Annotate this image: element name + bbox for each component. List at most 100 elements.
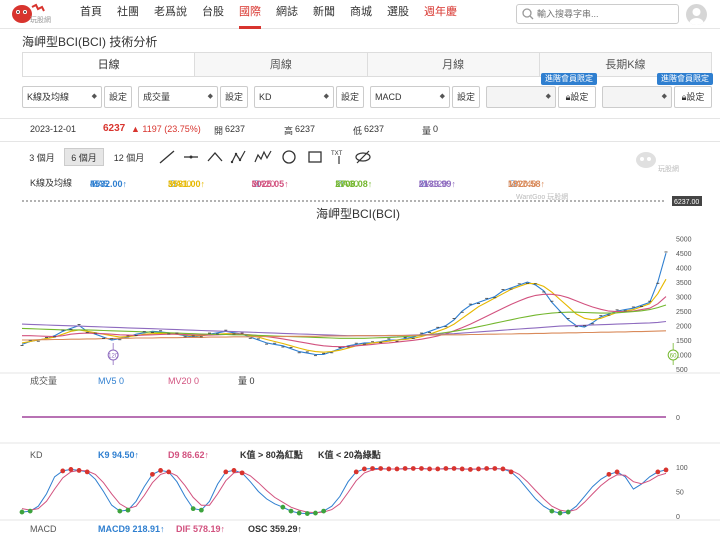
d9-label: D9 86.62↑ bbox=[168, 450, 209, 460]
y-tick-label: 4500 bbox=[676, 251, 692, 258]
kd-red-dot bbox=[239, 470, 245, 476]
nav-item-7[interactable]: 商城 bbox=[350, 0, 372, 29]
tab-1[interactable]: 周線 bbox=[195, 53, 368, 76]
kd-red-dot bbox=[508, 469, 514, 475]
kd-red-dot bbox=[60, 468, 66, 474]
top-bar: 玩股網 首頁 社團 老爲說 台股 國際 網誌 新聞 商城 選股 週年慶 bbox=[0, 0, 720, 29]
series-line-ma10 bbox=[21, 278, 667, 353]
ma-legend-value: 4532.00↑ bbox=[90, 179, 128, 189]
circle-tool-icon[interactable] bbox=[280, 148, 298, 166]
kd-red-dot bbox=[467, 467, 473, 472]
nav-item-2[interactable]: 老爲說 bbox=[154, 0, 187, 29]
kd-red-dot bbox=[484, 466, 490, 471]
kd-green-dot bbox=[190, 506, 196, 512]
premium-badge: 進階會員限定 bbox=[657, 73, 713, 85]
volume-indicator-select[interactable]: 成交量 ◆ bbox=[138, 86, 218, 108]
horizontal-line-tool-icon[interactable] bbox=[182, 148, 200, 166]
kd-red-dot bbox=[68, 467, 74, 472]
kd-setting-button[interactable]: 設定 bbox=[336, 86, 364, 108]
kd-red-dot bbox=[606, 471, 612, 477]
kd-red-dot bbox=[443, 466, 449, 471]
tab-0[interactable]: 日線 bbox=[23, 53, 196, 76]
chart-area[interactable]: WantGoo 玩股網海岬型BCI(BCI) 6237.00 5000 4500 400… bbox=[0, 193, 720, 536]
chart-title: 海岬型BCI(BCI) bbox=[316, 206, 400, 221]
nav-item-1[interactable]: 社團 bbox=[117, 0, 139, 29]
kd-note-1: K值 > 80為紅點 bbox=[240, 449, 303, 460]
nav-item-5[interactable]: 網誌 bbox=[276, 0, 298, 29]
text-tool-icon[interactable]: TXT bbox=[330, 148, 348, 166]
kd-red-dot bbox=[378, 466, 384, 471]
premium-setting-button-2[interactable]: 🔒︎設定 bbox=[674, 86, 712, 108]
y-tick-label: 3500 bbox=[676, 280, 692, 287]
nav-item-9[interactable]: 週年慶 bbox=[424, 0, 457, 29]
select-arrow-icon: ◆ bbox=[661, 93, 667, 100]
ma-legend-value: 1820.58↑ bbox=[508, 179, 546, 189]
quote-price: 6237 bbox=[103, 123, 126, 134]
search-box[interactable] bbox=[516, 4, 679, 24]
chart-toolbar: 3 個月 6 個月 12 個月 TXT 玩股網 bbox=[0, 145, 720, 173]
quote-change: ▲ 1197 (23.75%) bbox=[131, 124, 201, 134]
main-setting-button[interactable]: 設定 bbox=[104, 86, 132, 108]
hide-drawings-icon[interactable] bbox=[354, 148, 372, 166]
macd-setting-button[interactable]: 設定 bbox=[452, 86, 480, 108]
setting-label: 設定 bbox=[686, 92, 705, 102]
kd-red-dot bbox=[614, 469, 620, 475]
kd-indicator-select[interactable]: KD ◆ bbox=[254, 86, 334, 108]
page-title: 海岬型BCI(BCI) 技術分析 bbox=[22, 35, 158, 49]
y-tick-label: 0 bbox=[676, 415, 680, 422]
user-avatar[interactable] bbox=[686, 4, 707, 25]
search-input[interactable] bbox=[537, 7, 675, 21]
kd-green-dot bbox=[288, 508, 294, 514]
trendline-tool-icon[interactable] bbox=[158, 148, 176, 166]
kd-red-dot bbox=[76, 468, 82, 473]
kd-green-dot bbox=[321, 508, 327, 514]
abc-pattern-tool-icon[interactable] bbox=[230, 148, 248, 166]
kd-red-dot bbox=[663, 467, 669, 473]
premium-select-1[interactable]: ◆ 進階會員限定 bbox=[486, 73, 597, 108]
select-arrow-icon: ◆ bbox=[91, 93, 97, 100]
k9-label: K9 94.50↑ bbox=[98, 450, 139, 460]
macd-indicator-select[interactable]: MACD ◆ bbox=[370, 86, 450, 108]
angle-tool-icon[interactable] bbox=[206, 148, 224, 166]
main-indicator-select[interactable]: K線及均線 ◆ bbox=[22, 86, 102, 108]
range-3m-button[interactable]: 3 個月 bbox=[24, 148, 60, 166]
volume-setting-button[interactable]: 設定 bbox=[220, 86, 248, 108]
ma-legend-value: 3025.05↑ bbox=[251, 179, 289, 189]
tab-2[interactable]: 月線 bbox=[368, 53, 540, 76]
kd-red-dot bbox=[361, 466, 367, 472]
quote-date: 2023-12-01 bbox=[30, 124, 77, 134]
select-arrow-icon: ◆ bbox=[439, 93, 445, 100]
y-tick-label: 4000 bbox=[676, 266, 692, 273]
nav-item-3[interactable]: 台股 bbox=[202, 0, 224, 29]
kd-green-dot bbox=[565, 509, 571, 515]
main-nav: 首頁 社團 老爲說 台股 國際 網誌 新聞 商城 選股 週年慶 bbox=[80, 0, 472, 29]
period-tabs: 日線 周線 月線 長期K線 bbox=[22, 52, 712, 77]
low-label: 低 bbox=[353, 126, 363, 136]
kd-green-dot bbox=[549, 508, 555, 514]
nav-item-8[interactable]: 選股 bbox=[387, 0, 409, 29]
kd-line-k9 bbox=[21, 468, 667, 515]
kd-red-dot bbox=[451, 466, 457, 471]
kd-green-dot bbox=[304, 511, 310, 516]
premium-setting-button-1[interactable]: 🔒︎設定 bbox=[558, 86, 596, 108]
kd-green-dot bbox=[313, 510, 318, 516]
kd-green-dot bbox=[27, 508, 33, 514]
nav-item-4[interactable]: 國際 bbox=[239, 0, 261, 29]
open-value: 6237 bbox=[225, 124, 246, 134]
osc-label: OSC 359.29↑ bbox=[248, 524, 302, 534]
nav-item-0[interactable]: 首頁 bbox=[80, 0, 102, 29]
premium-select-2[interactable]: ◆ 進階會員限定 bbox=[602, 73, 713, 108]
nav-item-6[interactable]: 新聞 bbox=[313, 0, 335, 29]
y-tick-label: 2500 bbox=[676, 309, 692, 316]
range-6m-button[interactable]: 6 個月 bbox=[64, 148, 104, 166]
user-icon bbox=[689, 8, 704, 25]
wave-pattern-tool-icon[interactable] bbox=[254, 148, 272, 166]
rectangle-tool-icon[interactable] bbox=[306, 148, 324, 166]
select-value: MACD bbox=[375, 92, 402, 102]
ma-marker-label: 120 bbox=[108, 354, 119, 360]
range-12m-button[interactable]: 12 個月 bbox=[108, 148, 150, 166]
y-tick-label: 1500 bbox=[676, 338, 692, 345]
kd-red-dot bbox=[500, 466, 506, 472]
watermark-text: 玩股網 bbox=[658, 164, 679, 173]
select-value: K線及均線 bbox=[27, 92, 70, 102]
